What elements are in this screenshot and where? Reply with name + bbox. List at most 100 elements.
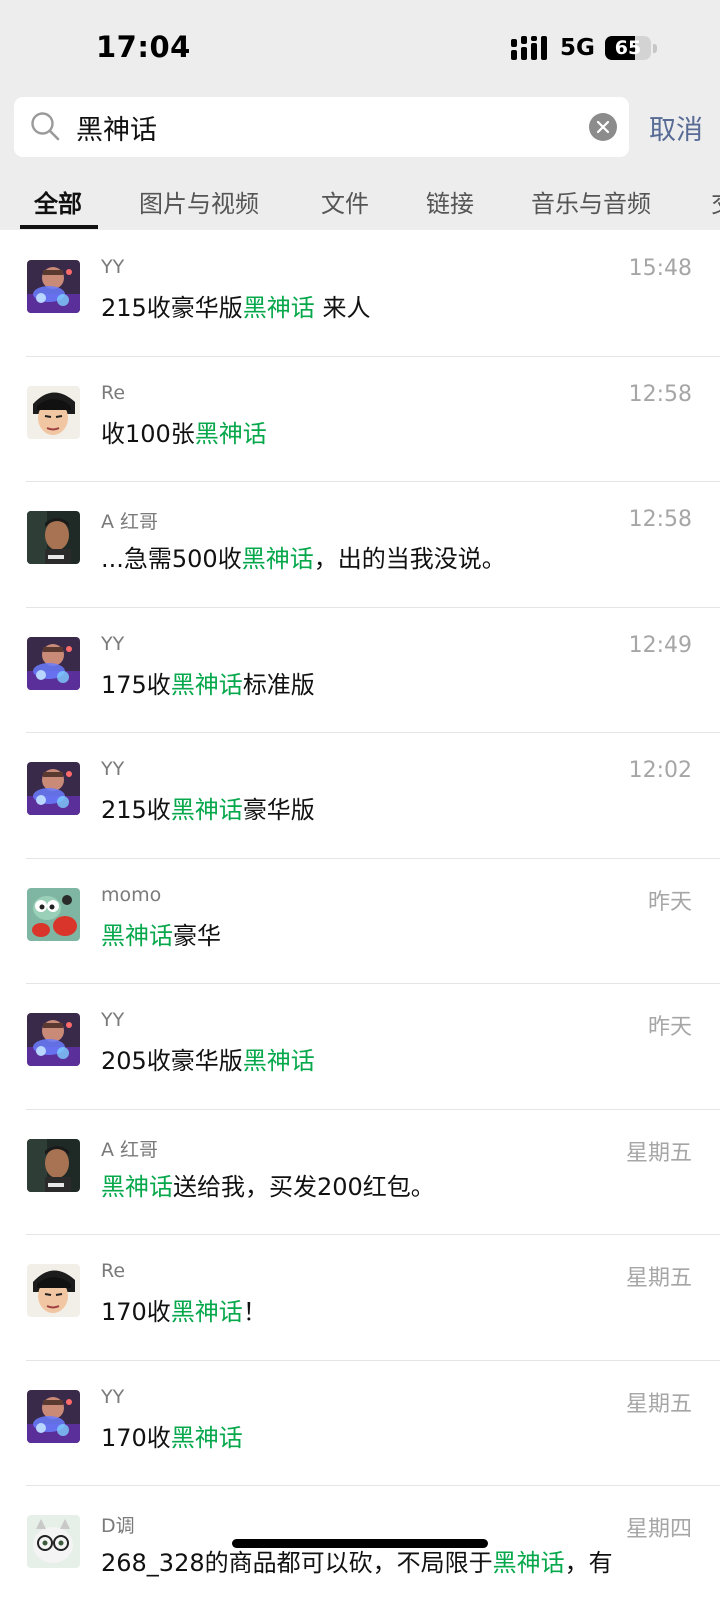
avatar-face-momo (27, 887, 80, 941)
sender-name: YY (101, 256, 125, 278)
header-area: 17:04 5G 65 取消 全部 (0, 0, 720, 230)
message-snippet: 170收黑神话！ (101, 1292, 267, 1327)
result-row-9[interactable]: Re 170收黑神话！ 星期五 (0, 1234, 720, 1360)
message-snippet: 215收黑神话豪华版 (101, 790, 315, 825)
clear-search-button[interactable] (589, 113, 617, 141)
snippet-text-after: 豪华版 (242, 796, 315, 824)
snippet-text-before: 205收豪华版 (101, 1047, 243, 1075)
result-row-3[interactable]: A 红哥 ...急需500收黑神话，出的当我没说。 12:58 (0, 481, 720, 607)
result-row-10[interactable]: YY 170收黑神话 星期五 (0, 1359, 720, 1486)
sender-name: momo (101, 883, 162, 906)
snippet-text-before: 215收 (101, 796, 171, 824)
message-snippet: 黑神话送给我，买发200红包。 (101, 1167, 435, 1202)
avatar-face-yy (27, 1389, 80, 1443)
sender-name: YY (101, 1385, 125, 1408)
keyword-highlight: 黑神话 (170, 1423, 243, 1452)
avatar-face-yy (27, 260, 80, 313)
message-time: 15:48 (628, 256, 692, 281)
message-snippet: 收100张黑神话 (101, 414, 267, 449)
cancel-button[interactable]: 取消 (649, 108, 703, 147)
sender-name: YY (101, 1009, 125, 1031)
tab-images-videos[interactable]: 图片与视频 (139, 184, 259, 219)
keyword-highlight: 黑神话 (492, 1549, 565, 1577)
home-indicator (232, 1539, 488, 1548)
result-row-4[interactable]: YY 175收黑神话标准版 12:49 (0, 606, 720, 733)
snippet-text-after: 来人 (314, 294, 371, 322)
message-snippet: 175收黑神话标准版 (101, 665, 315, 700)
message-snippet: 215收豪华版黑神话 来人 (101, 288, 370, 323)
snippet-text-before: 170收 (101, 1423, 171, 1452)
snippet-text-before: 170收 (101, 1298, 171, 1326)
avatar-face-re (27, 385, 80, 439)
status-bar: 17:04 5G 65 (0, 0, 720, 96)
keyword-highlight: 黑神话 (170, 1298, 243, 1326)
keyword-highlight: 黑神话 (170, 670, 243, 699)
active-tab-indicator (20, 225, 98, 229)
avatar-face-d (27, 1515, 80, 1568)
snippet-text-before: 268_328的商品都可以砍，不局限于 (101, 1549, 493, 1577)
snippet-text-after: ，有 (564, 1549, 613, 1577)
avatar-face-yy (27, 1013, 80, 1066)
sender-name: YY (101, 632, 125, 655)
keyword-highlight: 黑神话 (242, 294, 315, 322)
tab-more[interactable]: 交 (711, 184, 720, 219)
result-row-1[interactable]: YY 215收豪华版黑神话 来人 15:48 (0, 230, 720, 356)
message-time: 12:49 (628, 632, 692, 658)
message-time: 星期五 (625, 1266, 692, 1291)
snippet-text-before: 175收 (101, 670, 171, 699)
sender-name: D调 (101, 1515, 135, 1537)
snippet-text-before: 收100张 (101, 419, 195, 448)
battery-cap (653, 44, 657, 53)
snippet-text-after: ！ (242, 1298, 267, 1326)
avatar-face-a (27, 511, 80, 564)
avatar-face-re (27, 1264, 80, 1317)
snippet-text-after: 标准版 (242, 670, 315, 699)
search-input[interactable] (76, 97, 576, 157)
sender-name: A 红哥 (101, 1138, 159, 1161)
snippet-text-after: 豪华 (173, 921, 221, 950)
message-time: 星期五 (625, 1391, 692, 1417)
battery-percent: 65 (614, 37, 642, 59)
sender-name: YY (101, 758, 125, 780)
search-results-list: YY 215收豪华版黑神话 来人 15:48 Re 收100张黑神话 12:58… (0, 230, 720, 1611)
status-time: 17:04 (96, 30, 191, 64)
tab-files[interactable]: 文件 (321, 184, 369, 219)
tab-all[interactable]: 全部 (34, 184, 82, 219)
snippet-text-before: ...急需500收 (101, 545, 242, 573)
avatar-face-a (27, 1138, 80, 1192)
message-time: 昨天 (647, 889, 692, 915)
result-row-6[interactable]: momo 黑神话豪华 昨天 (0, 857, 720, 984)
filter-tabs: 全部 图片与视频 文件 链接 音乐与音频 交 (0, 178, 720, 230)
message-time: 星期五 (625, 1140, 692, 1166)
keyword-highlight: 黑神话 (241, 545, 314, 573)
message-time: 昨天 (647, 1015, 692, 1040)
message-time: 12:58 (628, 507, 692, 532)
result-row-7[interactable]: YY 205收豪华版黑神话 昨天 (0, 983, 720, 1109)
snippet-text-after: 送给我，买发200红包。 (173, 1172, 435, 1201)
message-time: 12:02 (628, 758, 692, 783)
network-type: 5G (560, 35, 595, 61)
snippet-text-before: 215收豪华版 (101, 294, 243, 322)
search-icon (31, 112, 60, 141)
result-row-2[interactable]: Re 收100张黑神话 12:58 (0, 355, 720, 482)
message-time: 12:58 (628, 381, 692, 407)
tab-music-audio[interactable]: 音乐与音频 (531, 184, 651, 219)
keyword-highlight: 黑神话 (101, 1172, 173, 1201)
search-bar[interactable] (14, 97, 629, 157)
close-icon (597, 121, 609, 133)
keyword-highlight: 黑神话 (242, 1047, 315, 1075)
cellular-signal-icon (511, 36, 547, 60)
tab-links[interactable]: 链接 (426, 184, 474, 219)
avatar-face-yy (27, 636, 80, 690)
sender-name: Re (101, 381, 126, 404)
result-row-8[interactable]: A 红哥 黑神话送给我，买发200红包。 星期五 (0, 1108, 720, 1235)
result-row-5[interactable]: YY 215收黑神话豪华版 12:02 (0, 732, 720, 858)
message-snippet: 205收豪华版黑神话 (101, 1041, 315, 1076)
keyword-highlight: 黑神话 (101, 921, 173, 950)
battery-icon: 65 (605, 36, 651, 60)
message-time: 星期四 (625, 1517, 692, 1542)
snippet-text-after: ，出的当我没说。 (313, 545, 506, 573)
keyword-highlight: 黑神话 (170, 796, 243, 824)
message-snippet: ...急需500收黑神话，出的当我没说。 (101, 539, 506, 574)
message-snippet: 170收黑神话 (101, 1418, 243, 1453)
